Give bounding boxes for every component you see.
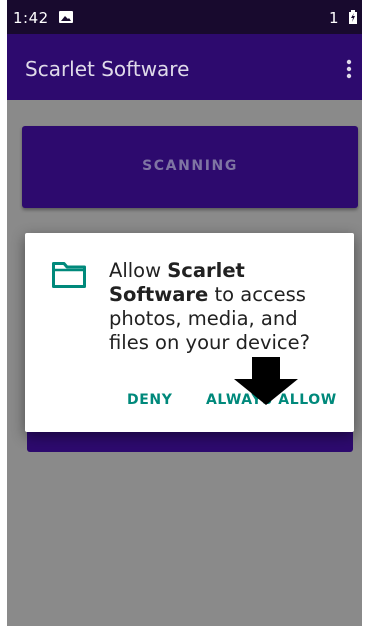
permission-dialog: Allow Scarlet Software to access photos,… xyxy=(25,233,354,432)
message-prefix: Allow xyxy=(109,259,168,282)
phone-screen: 1:42 1 Scarlet Software SCANNING Allow S… xyxy=(7,0,362,626)
sim-indicator: 1 xyxy=(329,9,339,27)
permission-message: Allow Scarlet Software to access photos,… xyxy=(109,259,329,355)
deny-button[interactable]: DENY xyxy=(127,392,172,408)
app-bar: Scarlet Software xyxy=(7,34,362,100)
image-icon xyxy=(59,11,73,23)
app-title: Scarlet Software xyxy=(25,57,190,81)
scanning-button[interactable]: SCANNING xyxy=(22,126,358,208)
status-time: 1:42 xyxy=(13,9,49,27)
battery-charging-icon xyxy=(349,10,357,24)
status-bar: 1:42 1 xyxy=(7,0,362,34)
folder-icon xyxy=(52,262,86,288)
down-arrow-icon xyxy=(234,357,298,405)
overflow-menu-icon[interactable] xyxy=(339,58,359,80)
scanning-button-label: SCANNING xyxy=(142,158,238,174)
